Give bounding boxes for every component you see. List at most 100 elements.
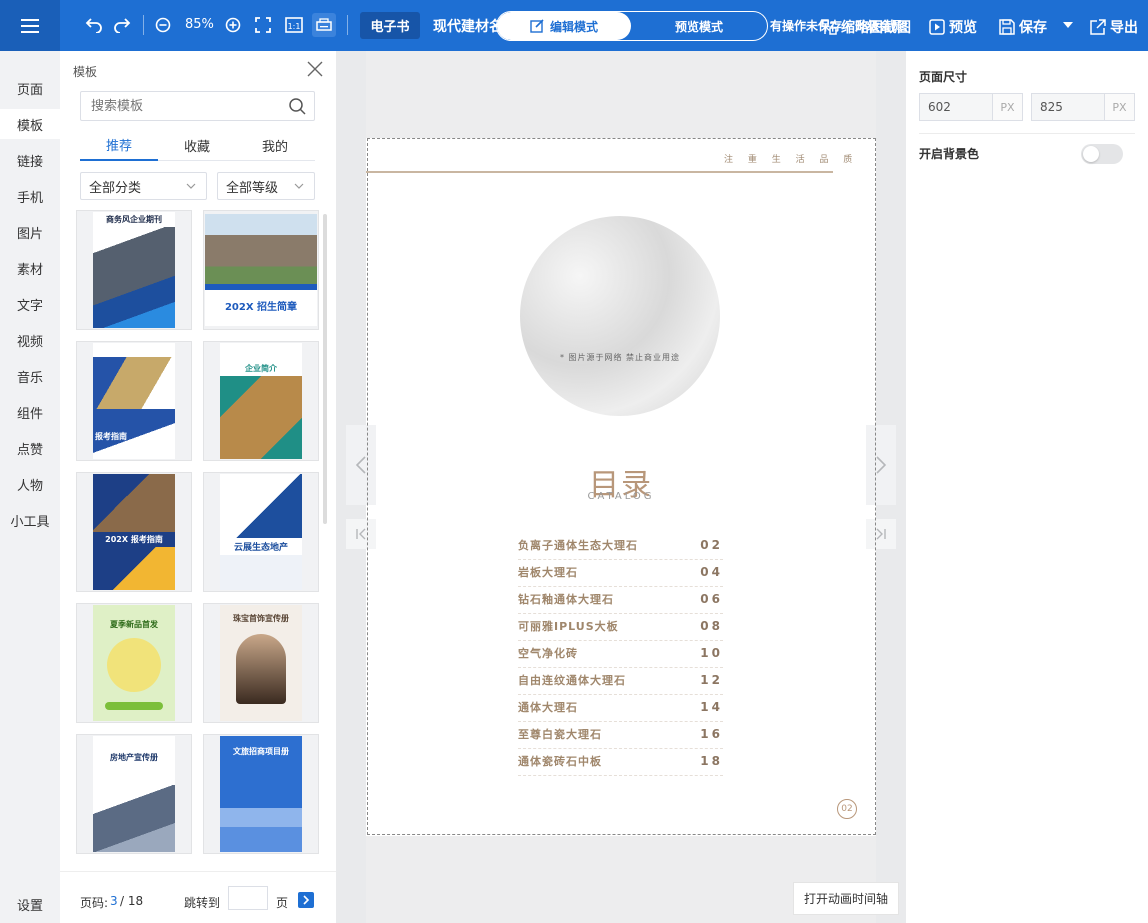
toc-name: 通体大理石 [518, 701, 578, 714]
nav-item-person[interactable]: 人物 [0, 469, 60, 499]
template-poster: 商务风企业期刊 [93, 212, 175, 328]
template-poster: 文旅招商项目册 [220, 736, 302, 852]
doc-type-tag[interactable]: 电子书 [360, 12, 420, 39]
search-icon[interactable] [288, 97, 306, 115]
catalog-subtitle[interactable]: CATALOG [366, 491, 876, 502]
toc-row[interactable]: 岩板大理石 04 [518, 560, 723, 587]
prev-page-arrow-icon[interactable] [346, 425, 376, 505]
page-size-title: 页面尺寸 [919, 70, 968, 84]
print-icon[interactable] [312, 13, 336, 37]
template-card[interactable]: 房地产宣传册 [76, 734, 192, 854]
close-icon[interactable] [306, 60, 324, 78]
tab-recommended[interactable]: 推荐 [80, 129, 158, 161]
hamburger-menu-icon[interactable] [0, 0, 60, 51]
template-card[interactable]: 报考指南 [76, 341, 192, 461]
save-button[interactable]: 保存 [999, 17, 1047, 37]
animation-timeline-button[interactable]: 打开动画时间轴 [793, 882, 899, 915]
template-poster: 企业简介 [220, 343, 302, 459]
zoom-out-icon[interactable] [152, 14, 174, 36]
category-select[interactable]: 全部分类 [80, 172, 207, 200]
jump-page-input[interactable] [228, 886, 268, 910]
edit-mode-tab[interactable]: 编辑模式 [497, 12, 631, 40]
nav-item-template[interactable]: 模板 [0, 109, 60, 139]
toc-row[interactable]: 通体瓷砖石中板 18 [518, 749, 723, 776]
template-card[interactable]: 202X 报考指南 [76, 472, 192, 592]
svg-text:1:1: 1:1 [288, 22, 301, 31]
template-card[interactable]: 云展生态地产 [203, 472, 319, 592]
template-card[interactable]: 商务风企业期刊 [76, 210, 192, 330]
go-arrow-icon[interactable] [298, 892, 314, 908]
nav-item-music[interactable]: 音乐 [0, 361, 60, 391]
template-card[interactable]: 文旅招商项目册 [203, 734, 319, 854]
toc-row[interactable]: 负离子通体生态大理石 02 [518, 533, 723, 560]
document-title[interactable]: 现代建材名 [433, 16, 503, 36]
nav-item-phone[interactable]: 手机 [0, 181, 60, 211]
last-page-icon[interactable] [866, 519, 896, 549]
toc-page: 06 [700, 592, 723, 606]
nav-item-settings[interactable]: 设置 [0, 889, 60, 919]
nav-item-tools[interactable]: 小工具 [0, 505, 60, 535]
zoom-in-icon[interactable] [222, 14, 244, 36]
height-unit: PX [1104, 94, 1134, 120]
jump-label: 跳转到 [184, 896, 221, 910]
template-title: 文旅招商项目册 [233, 747, 289, 756]
nav-item-material[interactable]: 素材 [0, 253, 60, 283]
toc-row[interactable]: 自由连纹通体大理石 12 [518, 668, 723, 695]
preview-mode-tab[interactable]: 预览模式 [631, 12, 767, 40]
template-card[interactable]: 珠宝首饰宣传册 [203, 603, 319, 723]
fullscreen-icon[interactable] [252, 14, 274, 36]
nav-item-component[interactable]: 组件 [0, 397, 60, 427]
nav-item-text[interactable]: 文字 [0, 289, 60, 319]
toc-row[interactable]: 通体大理石 14 [518, 695, 723, 722]
first-page-icon[interactable] [346, 519, 376, 549]
toc-row[interactable]: 可丽雅IPLUS大板 08 [518, 614, 723, 641]
bg-color-toggle[interactable] [1081, 144, 1123, 164]
template-title: 202X 报考指南 [93, 532, 175, 547]
export-button[interactable]: 导出 [1090, 17, 1138, 37]
thumbnail-button[interactable]: 缩略图截图 [821, 17, 911, 37]
toc-page: 08 [700, 619, 723, 633]
zoom-level: 85% [185, 17, 214, 32]
save-label: 保存 [1019, 20, 1047, 36]
actual-size-icon[interactable]: 1:1 [283, 14, 305, 36]
template-title: 夏季新品首发 [110, 620, 158, 629]
toc-page: 04 [700, 565, 723, 579]
toc-row[interactable]: 空气净化砖 10 [518, 641, 723, 668]
editor-page[interactable]: 注 重 生 活 品 质 * 图片源于网络 禁止商业用途 目录 CATALOG 负… [366, 138, 876, 836]
nav-item-image[interactable]: 图片 [0, 217, 60, 247]
toc-page: 14 [700, 700, 723, 714]
toc-row[interactable]: 至尊白瓷大理石 16 [518, 722, 723, 749]
edit-icon [530, 19, 544, 33]
page-slogan[interactable]: 注 重 生 活 品 质 [724, 152, 858, 165]
nav-item-like[interactable]: 点赞 [0, 433, 60, 463]
level-select[interactable]: 全部等级 [217, 172, 315, 200]
scrollbar[interactable] [323, 214, 327, 524]
preview-button[interactable]: 预览 [929, 17, 977, 37]
template-title: 房地产宣传册 [110, 753, 158, 762]
template-card[interactable]: 企业简介 [203, 341, 319, 461]
next-page-arrow-icon[interactable] [866, 425, 896, 505]
template-card[interactable]: 夏季新品首发 [76, 603, 192, 723]
width-field[interactable]: 602 PX [919, 93, 1023, 121]
marble-image[interactable]: * 图片源于网络 禁止商业用途 [520, 216, 720, 416]
save-dropdown-chevron-icon[interactable] [1057, 14, 1079, 36]
redo-icon[interactable] [111, 14, 133, 36]
template-card[interactable]: 202X 招生简章 [203, 210, 319, 330]
total-pages: / 18 [120, 894, 144, 908]
tab-mine[interactable]: 我的 [236, 129, 314, 161]
template-poster: 房地产宣传册 [93, 736, 175, 852]
template-title: 云展生态地产 [233, 543, 288, 553]
height-field[interactable]: 825 PX [1031, 93, 1135, 121]
nav-item-page[interactable]: 页面 [0, 73, 60, 103]
nav-item-link[interactable]: 链接 [0, 145, 60, 175]
tab-favorites[interactable]: 收藏 [158, 129, 236, 161]
toc-page: 16 [700, 727, 723, 741]
undo-icon[interactable] [83, 14, 105, 36]
search-input[interactable] [91, 97, 281, 115]
toc-row[interactable]: 钻石釉通体大理石 06 [518, 587, 723, 614]
nav-item-video[interactable]: 视频 [0, 325, 60, 355]
toc-name: 空气净化砖 [518, 647, 578, 660]
page-label: 页码: [80, 896, 109, 910]
page-number[interactable]: 02 [837, 799, 857, 819]
template-title: 企业简介 [245, 364, 277, 373]
